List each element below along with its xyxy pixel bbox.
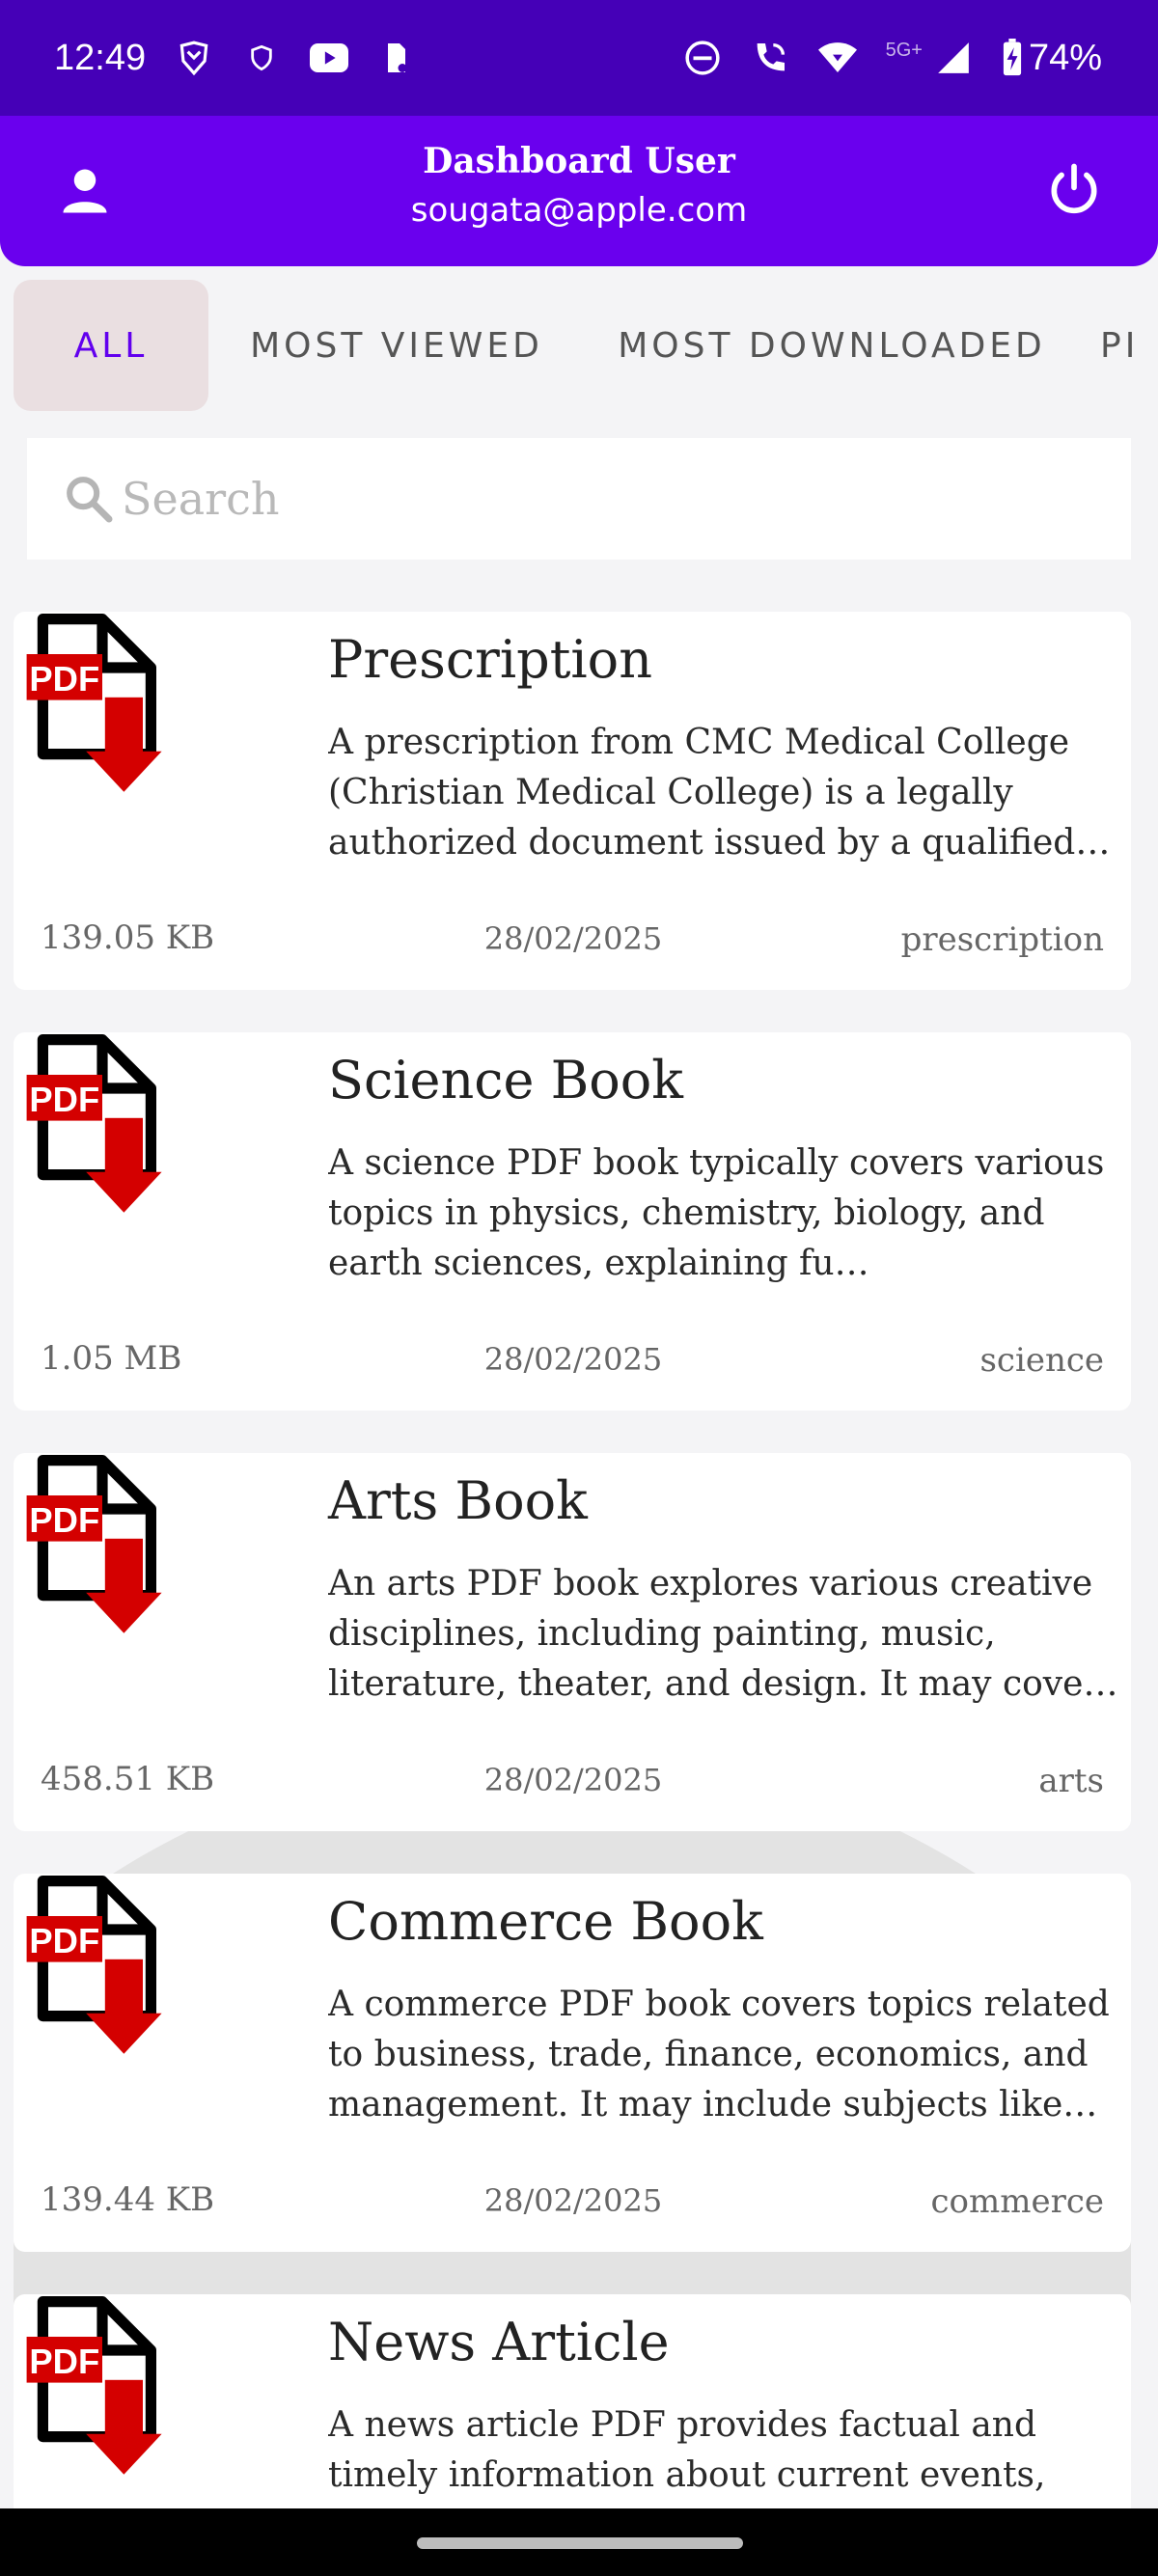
battery-charging-icon <box>1003 39 1022 76</box>
tab-most-viewed[interactable]: MOST VIEWED <box>228 280 565 411</box>
header-email: sougata@apple.com <box>410 191 748 230</box>
youtube-icon <box>310 39 349 77</box>
wifi-call-icon <box>751 39 789 77</box>
item-size: 1.05 MB <box>41 1339 182 1378</box>
list-item[interactable]: PDF Arts Book An arts PDF book explores … <box>14 1453 1131 1831</box>
cell-signal-icon <box>934 39 973 77</box>
header-titles: Dashboard User sougata@apple.com <box>193 137 965 235</box>
list-item[interactable]: PDF Science Book A science PDF book typi… <box>14 1032 1131 1411</box>
item-category: science <box>979 1341 1104 1380</box>
pdf-download-icon: PDF <box>26 1034 162 1213</box>
item-description: An arts PDF book explores various creati… <box>328 1564 1118 1704</box>
svg-text:PDF: PDF <box>29 1080 99 1119</box>
svg-text:PDF: PDF <box>29 1921 99 1960</box>
category-tabs: ALL MOST VIEWED MOST DOWNLOADED PI <box>0 280 1158 415</box>
app-header: Dashboard User sougata@apple.com <box>0 116 1158 266</box>
pdf-download-icon: PDF <box>26 1876 162 2054</box>
document-list: PDF Prescription A prescription from CMC… <box>14 612 1131 2508</box>
svg-text:PDF: PDF <box>29 659 99 699</box>
status-right: 5G+ 74% <box>683 38 1102 79</box>
item-category: commerce <box>930 2182 1104 2221</box>
power-icon[interactable] <box>1044 160 1104 220</box>
item-title: Science Book <box>328 1050 684 1110</box>
item-size: 458.51 KB <box>41 1760 215 1798</box>
item-date: 28/02/2025 <box>483 920 663 957</box>
battery-percentage: 74% <box>1028 37 1102 78</box>
pdf-download-icon: PDF <box>26 2296 162 2475</box>
item-size: 139.05 KB <box>41 918 215 957</box>
do-not-disturb-icon <box>683 39 722 77</box>
item-title: Arts Book <box>328 1470 588 1531</box>
clipboard-icon <box>377 39 416 77</box>
search-input[interactable] <box>122 473 1087 525</box>
pdf-download-icon: PDF <box>26 1455 162 1633</box>
home-indicator[interactable] <box>417 2537 743 2549</box>
list-item[interactable]: PDF Commerce Book A commerce PDF book co… <box>14 1874 1131 2252</box>
item-title: News Article <box>328 2312 670 2372</box>
search-box[interactable] <box>27 438 1131 560</box>
item-title: Commerce Book <box>328 1891 763 1952</box>
item-category: arts <box>1038 1762 1104 1800</box>
pdf-download-icon: PDF <box>26 614 162 792</box>
item-title: Prescription <box>328 629 652 690</box>
item-size: 139.44 KB <box>41 2180 215 2219</box>
shield-icon <box>242 39 281 77</box>
item-date: 28/02/2025 <box>483 1341 663 1378</box>
item-description: A commerce PDF book covers topics relate… <box>328 1985 1110 2124</box>
header-title: Dashboard User <box>423 141 735 181</box>
item-date: 28/02/2025 <box>483 1762 663 1798</box>
list-item[interactable]: PDF Prescription A prescription from CMC… <box>14 612 1131 990</box>
wifi-icon <box>817 39 857 77</box>
item-description: A science PDF book typically covers vari… <box>328 1143 1105 1283</box>
item-description: A news article PDF provides factual and … <box>328 2405 1046 2495</box>
tab-most-downloaded[interactable]: MOST DOWNLOADED <box>600 280 1063 411</box>
list-item[interactable]: PDF News Article A news article PDF prov… <box>14 2294 1131 2508</box>
network-type-label: 5G+ <box>885 39 923 61</box>
search-icon <box>62 472 116 526</box>
svg-text:PDF: PDF <box>29 1500 99 1540</box>
status-bar: 12:49 5G+ 74% <box>0 0 1158 116</box>
battery-status: 74% <box>1002 38 1102 79</box>
status-left: 12:49 <box>54 38 416 79</box>
svg-text:PDF: PDF <box>29 2342 99 2381</box>
item-date: 28/02/2025 <box>483 2182 663 2219</box>
brave-lion-icon <box>175 39 213 77</box>
item-category: prescription <box>900 920 1104 959</box>
navigation-bar <box>0 2508 1158 2576</box>
tab-partial[interactable]: PI <box>1100 280 1158 411</box>
item-description: A prescription from CMC Medical College … <box>328 723 1111 863</box>
status-time: 12:49 <box>54 37 147 78</box>
tab-all[interactable]: ALL <box>14 280 208 411</box>
user-icon[interactable] <box>56 162 114 220</box>
